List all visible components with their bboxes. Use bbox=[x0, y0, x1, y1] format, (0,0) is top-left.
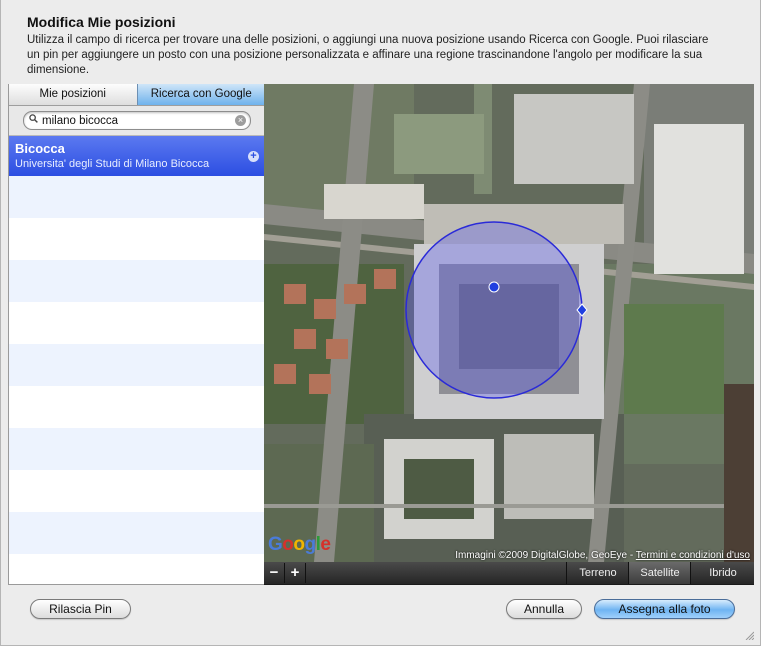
places-panel: Mie posizioni Ricerca con Google × Bicoc… bbox=[8, 84, 265, 585]
map-type-satellite[interactable]: Satellite bbox=[628, 562, 691, 584]
results-list-background bbox=[9, 176, 265, 584]
clear-search-icon[interactable]: × bbox=[235, 115, 246, 126]
result-subtitle: Universita' degli Studi di Milano Bicocc… bbox=[15, 158, 210, 170]
terms-link[interactable]: Termini e condizioni d'uso bbox=[636, 550, 750, 561]
resize-grip-icon[interactable] bbox=[744, 630, 754, 640]
dialog-description: Utilizza il campo di ricerca per trovare… bbox=[27, 34, 709, 76]
tab-google-search[interactable]: Ricerca con Google bbox=[136, 84, 265, 105]
list-item[interactable]: Bicocca Universita' degli Studi di Milan… bbox=[9, 136, 265, 176]
result-name: Bicocca bbox=[15, 141, 65, 156]
dialog-title: Modifica Mie posizioni bbox=[27, 14, 176, 30]
cancel-button[interactable]: Annulla bbox=[506, 599, 582, 619]
search-icon bbox=[29, 114, 38, 123]
search-bar: × bbox=[9, 106, 265, 136]
google-logo: Google bbox=[268, 534, 331, 555]
source-tabs: Mie posizioni Ricerca con Google bbox=[9, 84, 265, 106]
location-pin bbox=[488, 281, 500, 293]
region-circle bbox=[405, 221, 583, 399]
satellite-map[interactable]: Google Immagini ©2009 DigitalGlobe, GeoE… bbox=[264, 84, 754, 562]
drop-pin-button[interactable]: Rilascia Pin bbox=[30, 599, 131, 619]
add-place-icon[interactable]: + bbox=[248, 151, 259, 162]
zoom-out-button[interactable]: − bbox=[264, 563, 285, 583]
search-input[interactable] bbox=[42, 112, 232, 129]
zoom-in-button[interactable]: + bbox=[285, 563, 306, 583]
edit-places-dialog: Modifica Mie posizioni Utilizza il campo… bbox=[0, 0, 761, 646]
map-type-terrain[interactable]: Terreno bbox=[566, 562, 629, 584]
copyright-text: Immagini ©2009 DigitalGlobe, GeoEye - bbox=[455, 550, 636, 561]
map-imagery bbox=[264, 84, 754, 562]
assign-to-photo-button[interactable]: Assegna alla foto bbox=[594, 599, 735, 619]
map-type-hybrid[interactable]: Ibrido bbox=[690, 562, 755, 584]
dialog-footer: Rilascia Pin Annulla Assegna alla foto bbox=[1, 586, 760, 646]
map-controls: − + Terreno Satellite Ibrido bbox=[264, 562, 754, 585]
map-copyright: Immagini ©2009 DigitalGlobe, GeoEye - Te… bbox=[455, 550, 750, 561]
tab-my-places[interactable]: Mie posizioni bbox=[9, 84, 137, 105]
dialog-header: Modifica Mie posizioni Utilizza il campo… bbox=[1, 0, 760, 84]
search-field[interactable]: × bbox=[23, 111, 251, 130]
